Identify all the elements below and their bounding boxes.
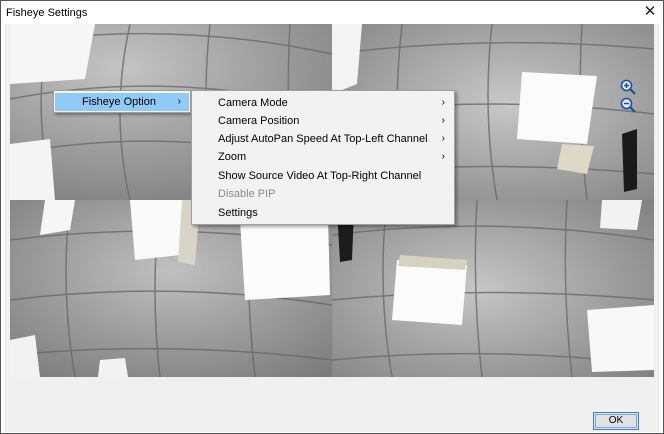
ceiling-view-bottom-left	[10, 200, 332, 377]
chevron-right-icon: ›	[441, 133, 445, 144]
menu-item-label: Fisheye Option	[82, 96, 156, 108]
chevron-right-icon: ›	[441, 151, 445, 162]
ok-button[interactable]: OK	[593, 412, 639, 430]
close-icon[interactable]: ✕	[641, 3, 659, 21]
menu-item-camera-mode[interactable]: Camera Mode ›	[193, 94, 453, 112]
menu-item-label: Disable PIP	[218, 188, 276, 200]
menu-item-label: Zoom	[218, 151, 247, 163]
zoom-in-icon[interactable]	[620, 79, 636, 95]
menu-item-label: Camera Position	[218, 115, 300, 127]
ceiling-view-bottom-right	[332, 200, 654, 377]
menu-item-adjust-autopan-speed[interactable]: Adjust AutoPan Speed At Top-Left Channel…	[193, 130, 453, 148]
context-menu: Fisheye Option ›	[53, 90, 191, 113]
menu-item-show-source-video[interactable]: Show Source Video At Top-Right Channel	[193, 167, 453, 185]
menu-item-label: Settings	[218, 207, 258, 219]
menu-item-camera-position[interactable]: Camera Position ›	[193, 112, 453, 130]
fisheye-option-submenu: Camera Mode › Camera Position › Adjust A…	[191, 90, 455, 225]
title-bar: Fisheye Settings ✕	[1, 1, 663, 25]
chevron-right-icon: ›	[177, 96, 181, 107]
chevron-right-icon: ›	[441, 97, 445, 108]
menu-item-zoom[interactable]: Zoom ›	[193, 148, 453, 166]
chevron-right-icon: ›	[441, 115, 445, 126]
menu-item-label: Camera Mode	[218, 97, 288, 109]
zoom-out-icon[interactable]	[620, 97, 636, 113]
video-channel-bottom-left[interactable]	[10, 200, 332, 377]
video-channel-bottom-right[interactable]	[332, 200, 654, 377]
menu-item-label: Adjust AutoPan Speed At Top-Left Channel	[218, 133, 428, 145]
menu-item-label: Show Source Video At Top-Right Channel	[218, 170, 422, 182]
menu-item-settings[interactable]: Settings	[193, 204, 453, 222]
menu-item-fisheye-option[interactable]: Fisheye Option ›	[55, 93, 189, 111]
menu-item-disable-pip: Disable PIP	[193, 185, 453, 203]
window-title: Fisheye Settings	[6, 7, 88, 19]
